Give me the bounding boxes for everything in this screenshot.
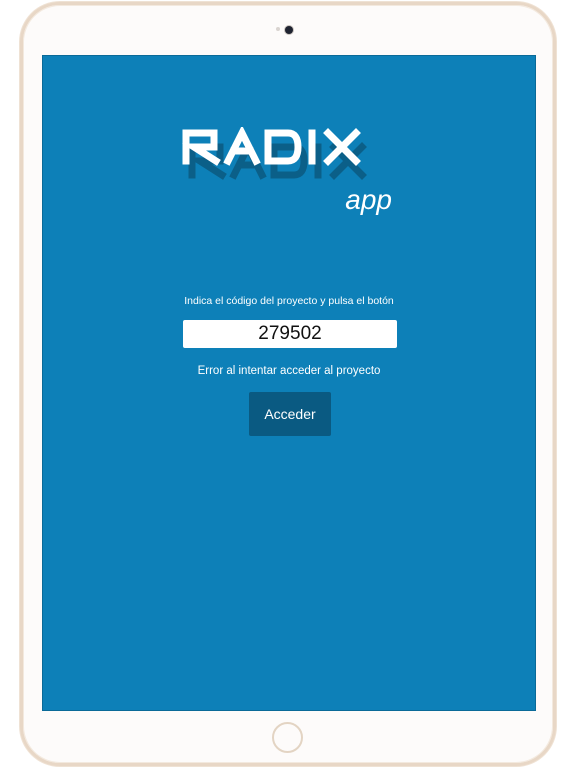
radix-app-logo: app — [180, 127, 400, 217]
instruction-text: Indica el código del proyecto y pulsa el… — [184, 295, 394, 307]
acceder-button[interactable]: Acceder — [249, 392, 331, 436]
home-button[interactable] — [272, 722, 303, 753]
front-camera — [285, 26, 293, 34]
logo-subtitle: app — [345, 184, 392, 215]
error-message: Error al intentar acceder al proyecto — [197, 365, 381, 377]
project-code-input[interactable] — [183, 320, 397, 348]
app-screen: app Indica el código del proyecto y puls… — [42, 55, 536, 711]
sensor-dot — [276, 27, 280, 31]
